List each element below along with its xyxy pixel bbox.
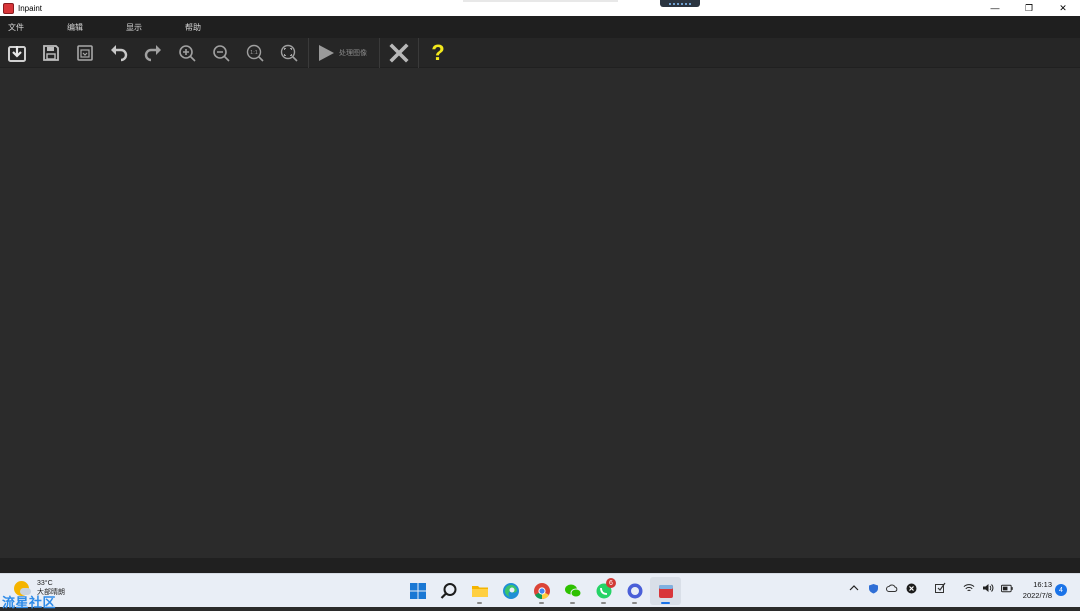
inpaint-app-icon — [3, 2, 14, 14]
notification-center-badge[interactable]: 4 — [1055, 584, 1067, 596]
chevron-up-icon[interactable] — [848, 582, 860, 594]
save-as-button[interactable] — [68, 38, 102, 68]
process-image-label: 处理图像 — [339, 49, 367, 57]
actual-size-icon: 1:1 — [246, 44, 264, 62]
menu-help[interactable]: 帮助 — [177, 22, 236, 33]
toolbar-separator — [379, 37, 380, 68]
wifi-icon[interactable] — [963, 582, 975, 594]
start-button[interactable] — [402, 577, 433, 605]
redo-button[interactable] — [136, 38, 170, 68]
fit-window-button[interactable] — [272, 38, 306, 68]
window-title: Inpaint — [18, 3, 43, 13]
running-indicator — [632, 602, 637, 604]
redo-icon — [144, 44, 161, 61]
clock-date: 2022/7/8 — [1022, 591, 1052, 600]
actual-size-label: 1:1 — [250, 50, 258, 56]
menu-edit[interactable]: 编辑 — [59, 22, 118, 33]
zoom-out-icon — [213, 44, 230, 62]
running-indicator — [570, 602, 575, 604]
browser-button[interactable] — [619, 577, 650, 605]
search-icon — [440, 583, 456, 599]
edge-button[interactable] — [495, 577, 526, 605]
weather-temp: 33°C — [37, 580, 53, 587]
status-bar — [0, 558, 1080, 573]
menu-file[interactable]: 文件 — [0, 22, 59, 33]
play-icon — [319, 44, 334, 61]
taskbar-apps: 6 — [402, 577, 681, 605]
undo-icon — [111, 44, 128, 61]
zoom-in-button[interactable] — [170, 38, 204, 68]
snap-layout-indicator[interactable] — [660, 0, 700, 7]
system-clock[interactable]: 16:13 2022/7/8 — [1012, 579, 1052, 601]
x-icon — [389, 42, 409, 63]
help-button[interactable]: ? — [421, 38, 455, 68]
title-bar: Inpaint — ❐ ✕ — [0, 0, 1080, 16]
notification-badge: 6 — [606, 578, 616, 588]
running-indicator — [601, 602, 606, 604]
wechat-button[interactable] — [557, 577, 588, 605]
search-button[interactable] — [433, 577, 464, 605]
close-button[interactable]: ✕ — [1046, 0, 1080, 16]
edge-icon — [502, 583, 519, 599]
running-indicator — [661, 602, 670, 604]
save-icon — [43, 44, 59, 61]
cancel-button[interactable] — [382, 38, 416, 68]
window-controls: — ❐ ✕ — [978, 0, 1080, 16]
open-file-button[interactable] — [0, 38, 34, 68]
system-tray — [848, 582, 1013, 594]
windows-start-icon — [409, 583, 426, 599]
title-bar-shadow — [463, 0, 618, 2]
fit-window-icon — [280, 44, 298, 62]
watermark-text: 流星社区 — [2, 595, 57, 610]
zoom-out-button[interactable] — [204, 38, 238, 68]
save-button[interactable] — [34, 38, 68, 68]
minimize-button[interactable]: — — [978, 0, 1012, 16]
zoom-in-icon — [179, 44, 196, 62]
toolbar: 1:1 处理图像 ? — [0, 37, 1080, 68]
open-file-icon — [8, 45, 26, 62]
inpaint-taskbar-button[interactable] — [650, 577, 681, 605]
toolbar-separator — [418, 37, 419, 68]
restore-button[interactable]: ❐ — [1012, 0, 1046, 16]
image-canvas[interactable] — [0, 68, 1080, 558]
clock-time: 16:13 — [1033, 580, 1052, 589]
whatsapp-button[interactable]: 6 — [588, 577, 619, 605]
cloud-icon[interactable] — [886, 582, 898, 594]
process-image-button[interactable]: 处理图像 — [311, 38, 377, 68]
running-indicator — [477, 602, 482, 604]
save-as-icon — [77, 44, 93, 61]
windows-taskbar: 33°C 大部晴朗 流星社区 6 16:13 2022/7/8 4 — [0, 573, 1080, 610]
volume-icon[interactable] — [982, 582, 994, 594]
toolbar-separator — [308, 37, 309, 68]
file-explorer-button[interactable] — [464, 577, 495, 605]
chrome-icon — [533, 583, 550, 600]
actual-size-button[interactable]: 1:1 — [238, 38, 272, 68]
browser-icon — [627, 583, 642, 599]
wechat-icon — [564, 584, 581, 598]
close-circle-icon[interactable] — [905, 582, 917, 594]
running-indicator — [539, 602, 544, 604]
undo-button[interactable] — [102, 38, 136, 68]
shield-icon[interactable] — [867, 582, 879, 594]
help-icon: ? — [431, 39, 445, 65]
menu-bar: 文件 编辑 显示 帮助 — [0, 16, 1080, 38]
inpaint-app-icon — [658, 585, 673, 598]
file-explorer-icon — [471, 586, 488, 597]
pen-check-icon[interactable] — [934, 582, 946, 594]
chrome-button[interactable] — [526, 577, 557, 605]
menu-view[interactable]: 显示 — [118, 22, 177, 33]
